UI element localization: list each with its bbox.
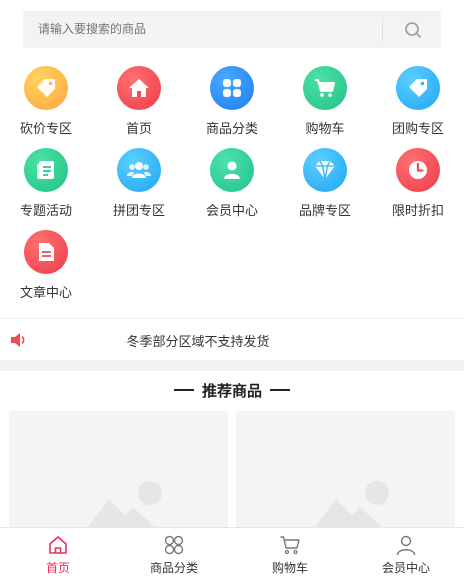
title-dash-left [173,388,194,391]
nav-item-cart[interactable]: 购物车 [279,66,371,137]
nav-item-article[interactable]: 文章中心 [0,230,92,301]
tab-cart[interactable]: 购物车 [232,528,348,579]
nav-item-brand[interactable]: 品牌专区 [279,148,371,219]
image-placeholder-icon [312,481,389,531]
notice-text: 冬季部分区域不支持发货 [126,335,270,350]
nav-item-topic[interactable]: 专题活动 [0,148,92,219]
search-button[interactable] [403,20,423,40]
nav-item-label: 商品分类 [205,122,258,137]
article-doc-icon [24,230,68,274]
nav-item-label: 购物车 [305,122,345,137]
nav-item-label: 会员中心 [205,204,258,219]
category-outline-icon [164,535,184,555]
product-card[interactable] [9,411,228,531]
tab-label: 会员中心 [381,561,430,575]
cart-outline-icon [280,536,300,555]
product-card[interactable] [236,411,455,531]
nav-item-label: 文章中心 [19,286,72,301]
nav-item-label: 限时折扣 [391,204,444,219]
title-dash-right [270,388,290,391]
image-placeholder-icon [85,481,162,531]
tab-member[interactable]: 会员中心 [348,528,464,579]
nav-item-flash-sale[interactable]: 限时折扣 [372,148,464,219]
nav-item-home[interactable]: 首页 [93,66,185,137]
nav-item-label: 团购专区 [391,122,444,137]
home-icon [117,66,161,110]
search-input[interactable] [38,11,368,48]
nav-item-label: 专题活动 [19,204,72,219]
tab-home[interactable]: 首页 [0,528,116,579]
nav-item-group-buy[interactable]: 团购专区 [372,66,464,137]
tab-label: 购物车 [271,561,308,575]
group-people-icon [117,148,161,192]
section-divider [0,360,464,371]
user-outline-icon [396,535,416,556]
tab-label: 首页 [45,561,70,575]
bottom-tab-bar: 首页 商品分类 购物车 会员中心 [0,527,464,579]
nav-item-label: 品牌专区 [298,204,351,219]
nav-item-member[interactable]: 会员中心 [186,148,278,219]
bargain-tag-icon [24,66,68,110]
member-user-icon [210,148,254,192]
notice-bar[interactable]: 冬季部分区域不支持发货 [0,318,464,360]
search-bar [23,11,441,48]
nav-item-bargain[interactable]: 砍价专区 [0,66,92,137]
diamond-icon [303,148,347,192]
category-grid-icon [210,66,254,110]
tab-label: 商品分类 [149,561,198,575]
nav-item-category[interactable]: 商品分类 [186,66,278,137]
shopping-cart-icon [303,66,347,110]
recommend-heading: 推荐商品 [0,380,464,401]
nav-item-label: 首页 [125,122,152,137]
search-icon [405,22,421,38]
home-outline-icon [49,536,67,554]
clock-icon [396,148,440,192]
topic-doc-icon [24,148,68,192]
group-buy-tag-icon [396,66,440,110]
tab-category[interactable]: 商品分类 [116,528,232,579]
nav-item-label: 砍价专区 [19,122,72,137]
search-divider [382,18,383,41]
nav-item-label: 拼团专区 [112,204,165,219]
nav-item-group[interactable]: 拼团专区 [93,148,185,219]
recommend-title: 推荐商品 [201,382,262,400]
